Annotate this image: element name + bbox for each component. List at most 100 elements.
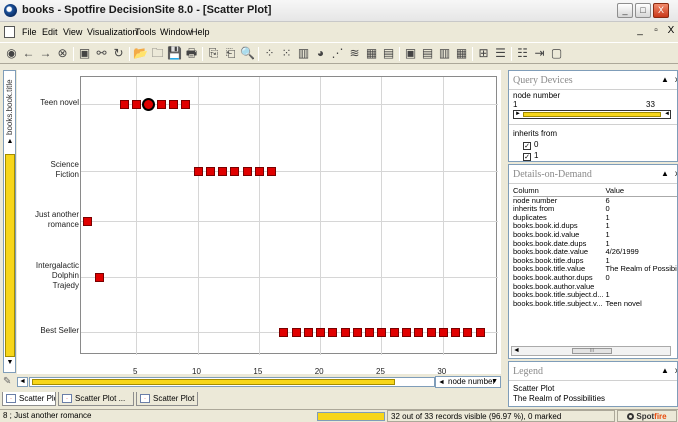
details-row[interactable]: books.book.id.dups 1: [513, 222, 677, 231]
tab-scatter-plot-3[interactable]: · Scatter Plot ...: [136, 392, 198, 406]
menu-visualization[interactable]: Visualization: [87, 27, 137, 37]
scroll-left-icon[interactable]: ◄: [513, 347, 520, 355]
checkbox-icon[interactable]: ✓: [523, 142, 531, 150]
mdi-close-button[interactable]: X: [664, 26, 678, 38]
3d-scatter-icon[interactable]: ⁙: [279, 46, 294, 61]
details-row[interactable]: inherits from 0: [513, 205, 677, 214]
details-row[interactable]: books.book.author.value: [513, 283, 677, 292]
layout-3-icon[interactable]: ▥: [437, 46, 452, 61]
menu-help[interactable]: Help: [191, 27, 210, 37]
menu-edit[interactable]: Edit: [42, 27, 58, 37]
slider-range-fill[interactable]: [523, 112, 661, 117]
line-chart-icon[interactable]: ⋰: [330, 46, 345, 61]
layout-1-icon[interactable]: ▣: [403, 46, 418, 61]
details-horizontal-scrollbar[interactable]: ◄ III: [511, 346, 671, 356]
details-row[interactable]: books.book.id.value 1: [513, 231, 677, 240]
selected-data-point[interactable]: [142, 98, 156, 111]
x-range-track[interactable]: [29, 377, 435, 387]
details-row[interactable]: duplicates 1: [513, 214, 677, 223]
value-header[interactable]: Value: [605, 186, 677, 197]
data-point[interactable]: [119, 100, 129, 109]
list-icon[interactable]: ☰: [493, 46, 508, 61]
data-point[interactable]: [438, 328, 448, 337]
chevron-up-icon[interactable]: ▲: [659, 365, 671, 377]
data-point[interactable]: [193, 167, 203, 176]
profile-chart-icon[interactable]: ≋: [347, 46, 362, 61]
data-point[interactable]: [426, 328, 436, 337]
data-point[interactable]: [95, 273, 105, 282]
slider-left-handle-icon[interactable]: ►: [514, 111, 522, 118]
data-point[interactable]: [83, 217, 93, 226]
data-point[interactable]: [218, 167, 228, 176]
details-row[interactable]: books.book.title.subject.d... 1: [513, 291, 677, 300]
data-point[interactable]: [414, 328, 424, 337]
document-icon[interactable]: [4, 26, 15, 38]
checkbox-0[interactable]: ✓ 0: [523, 140, 538, 150]
spotfire-app-icon[interactable]: [4, 4, 17, 17]
link-icon[interactable]: ⚯: [94, 46, 109, 61]
mdi-restore-button[interactable]: ▫: [649, 26, 663, 38]
y-axis-arrow-icon[interactable]: ▲: [5, 137, 15, 147]
data-point[interactable]: [230, 167, 240, 176]
data-point[interactable]: [168, 100, 178, 109]
mdi-minimize-button[interactable]: _: [633, 26, 647, 38]
details-row[interactable]: books.book.date.dups 1: [513, 240, 677, 249]
y-axis-range-slider[interactable]: [5, 154, 15, 357]
slider-right-handle-icon[interactable]: ◄: [663, 111, 671, 118]
print-icon[interactable]: 🖶: [184, 46, 199, 61]
x-axis-range-slider[interactable]: [32, 379, 395, 385]
heat-map-icon[interactable]: ▦: [364, 46, 379, 61]
data-point[interactable]: [316, 328, 326, 337]
table-icon[interactable]: ▤: [381, 46, 396, 61]
back-icon[interactable]: ←: [21, 46, 36, 61]
menu-file[interactable]: File: [22, 27, 37, 37]
bar-chart-icon[interactable]: ▥: [296, 46, 311, 61]
data-point[interactable]: [352, 328, 362, 337]
data-point[interactable]: [205, 167, 215, 176]
menu-tools[interactable]: Tools: [135, 27, 156, 37]
window-icon[interactable]: ▢: [549, 46, 564, 61]
details-row[interactable]: books.book.title.dups 1: [513, 257, 677, 266]
stop-icon[interactable]: ⊗: [55, 46, 70, 61]
data-point[interactable]: [156, 100, 166, 109]
layout-4-icon[interactable]: ▦: [454, 46, 469, 61]
data-point[interactable]: [451, 328, 461, 337]
scroll-thumb[interactable]: III: [572, 348, 612, 354]
menu-view[interactable]: View: [63, 27, 82, 37]
find-icon[interactable]: 🔍: [240, 46, 255, 61]
layout-2-icon[interactable]: ▤: [420, 46, 435, 61]
data-point[interactable]: [181, 100, 191, 109]
y-axis-column-label[interactable]: books.book.title: [5, 75, 16, 135]
chevron-up-icon[interactable]: ▲: [659, 74, 671, 86]
data-point[interactable]: [267, 167, 277, 176]
y-scroll-down-icon[interactable]: ▼: [5, 358, 15, 368]
data-point[interactable]: [303, 328, 313, 337]
copy-icon[interactable]: ⎘: [206, 46, 221, 61]
data-point[interactable]: [389, 328, 399, 337]
chevron-up-icon[interactable]: ▲: [659, 168, 671, 180]
tab-scatter-plot-1[interactable]: · Scatter Plot: [2, 392, 56, 406]
data-point[interactable]: [377, 328, 387, 337]
data-point[interactable]: [463, 328, 473, 337]
folder-icon[interactable]: 🗀: [150, 46, 165, 61]
details-row[interactable]: node number 6: [513, 196, 677, 205]
close-button[interactable]: X: [653, 3, 669, 18]
data-point[interactable]: [475, 328, 485, 337]
details-row[interactable]: books.book.date.value 4/26/1999: [513, 248, 677, 257]
checkbox-1[interactable]: ✓ 1: [523, 151, 538, 161]
details-row[interactable]: books.book.title.subject.v... Teen novel: [513, 300, 677, 309]
paste-icon[interactable]: ⎗: [223, 46, 238, 61]
data-point[interactable]: [340, 328, 350, 337]
data-point[interactable]: [402, 328, 411, 337]
scatter-plot-icon[interactable]: ⁘: [262, 46, 277, 61]
pencil-icon[interactable]: ✎: [3, 376, 15, 388]
details-row[interactable]: books.book.title.value The Realm of Possi…: [513, 265, 677, 274]
close-icon[interactable]: x: [671, 168, 677, 180]
menu-window[interactable]: Window: [160, 27, 192, 37]
spotfire-icon[interactable]: ◉: [4, 46, 19, 61]
save-icon[interactable]: 💾: [167, 46, 182, 61]
details-icon[interactable]: ☷: [515, 46, 530, 61]
maximize-button[interactable]: □: [635, 3, 651, 18]
export-icon[interactable]: ⇥: [532, 46, 547, 61]
node-number-range-slider[interactable]: ► ◄: [513, 110, 671, 119]
